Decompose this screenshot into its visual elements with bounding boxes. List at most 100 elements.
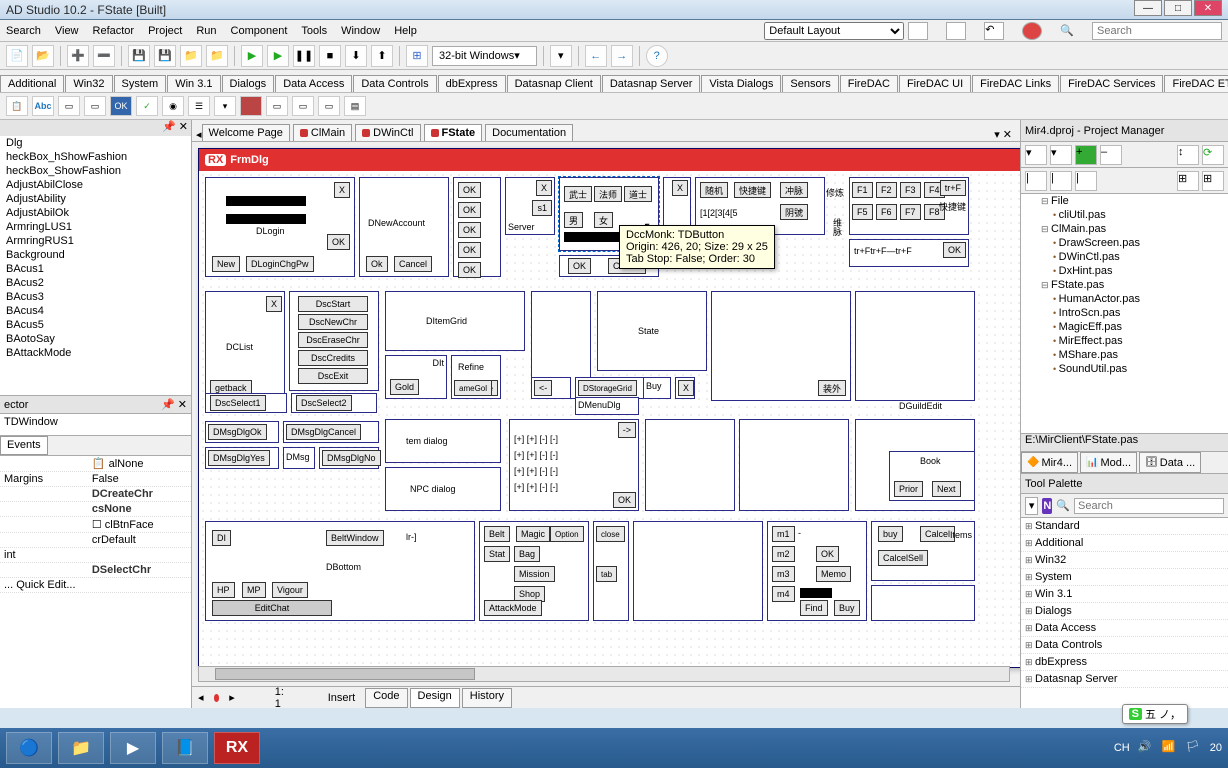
comp-scroll[interactable] bbox=[240, 96, 262, 116]
cat-firedac[interactable]: FireDAC bbox=[840, 75, 898, 92]
pause-button[interactable]: ❚❚ bbox=[293, 45, 315, 67]
step-into-button[interactable]: ⬆ bbox=[371, 45, 393, 67]
close-button[interactable]: ✕ bbox=[1194, 0, 1222, 16]
comp-btn1[interactable]: 📋 bbox=[6, 96, 28, 116]
cat-system[interactable]: System bbox=[114, 75, 167, 92]
panel-misc1[interactable] bbox=[645, 419, 735, 511]
cat-dataaccess[interactable]: Data Access bbox=[275, 75, 352, 92]
pm-tb1[interactable]: ▾ bbox=[1025, 145, 1047, 165]
panel-trf[interactable]: tr+Ftr+F—tr+F OK bbox=[849, 239, 969, 267]
status-next[interactable]: ▸ bbox=[229, 691, 235, 704]
cat-dsserver[interactable]: Datasnap Server bbox=[602, 75, 701, 92]
panel-dclist[interactable]: X DCList getback bbox=[205, 291, 285, 401]
struct-item[interactable]: ArmringLUS1 bbox=[0, 220, 191, 234]
panel-buy[interactable]: Buy bbox=[643, 377, 671, 399]
tb-add[interactable]: ➕ bbox=[67, 45, 89, 67]
pm-file[interactable]: FState.pas bbox=[1021, 278, 1228, 292]
form-designer[interactable]: RXFrmDlg DLogin X OK New DLoginChgPw DNe… bbox=[192, 142, 1020, 686]
menu-window[interactable]: Window bbox=[341, 25, 380, 37]
pal-cat[interactable]: Datasnap Server bbox=[1021, 671, 1228, 688]
platform-combo[interactable]: 32-bit Windows ▾ bbox=[432, 46, 537, 66]
layout-icon1[interactable] bbox=[908, 22, 928, 40]
panel-m[interactable]: m1- m2 m3 m4 OK Memo Find Buy bbox=[767, 521, 867, 621]
pm-file[interactable]: DWinCtl.pas bbox=[1021, 250, 1228, 264]
cat-dialogs[interactable]: Dialogs bbox=[222, 75, 275, 92]
panel-state2[interactable]: 装外 bbox=[711, 291, 851, 401]
tb-new[interactable]: 📄 bbox=[6, 45, 28, 67]
panel-server[interactable]: X s1 Server bbox=[505, 177, 555, 235]
struct-item[interactable]: ArmringRUS1 bbox=[0, 234, 191, 248]
layout-combo[interactable]: Default Layout bbox=[764, 22, 904, 40]
pm-file[interactable]: DrawScreen.pas bbox=[1021, 236, 1228, 250]
pal-cat[interactable]: Win 3.1 bbox=[1021, 586, 1228, 603]
pal-filter[interactable]: ▾ bbox=[1025, 497, 1038, 515]
run-button[interactable]: ▶ bbox=[241, 45, 263, 67]
pm-tb2-2[interactable]: | bbox=[1050, 171, 1072, 191]
task-explorer[interactable]: 📁 bbox=[58, 732, 104, 764]
palette-search[interactable] bbox=[1074, 498, 1224, 514]
task-media[interactable]: ▶ bbox=[110, 732, 156, 764]
config-btn[interactable]: ▾ bbox=[550, 45, 572, 67]
pal-cat[interactable]: System bbox=[1021, 569, 1228, 586]
struct-item[interactable]: BAcus1 bbox=[0, 262, 191, 276]
tab-welcome[interactable]: Welcome Page bbox=[202, 124, 290, 141]
ime-indicator[interactable]: S五ノ， bbox=[1122, 704, 1188, 724]
panel-buycalcel[interactable]: buy Calcel Items CalcelSell bbox=[871, 521, 975, 581]
panel-dscsel2[interactable]: DscSelect2 bbox=[291, 393, 377, 413]
pm-tb2-4[interactable]: ⊞ bbox=[1177, 171, 1199, 191]
struct-item[interactable]: heckBox_ShowFashion bbox=[0, 164, 191, 178]
pal-cat[interactable]: Additional bbox=[1021, 535, 1228, 552]
struct-item[interactable]: Dlg bbox=[0, 136, 191, 150]
menu-tools[interactable]: Tools bbox=[301, 25, 327, 37]
panel-npcdialog[interactable]: NPC dialog bbox=[385, 467, 501, 511]
tab-clmain[interactable]: ClMain bbox=[293, 124, 352, 141]
comp-ok[interactable]: OK bbox=[110, 96, 132, 116]
tab-dwinctl[interactable]: DWinCtl bbox=[355, 124, 420, 141]
panel-state[interactable]: State bbox=[597, 291, 707, 371]
struct-item[interactable]: AdjustAbilOk bbox=[0, 206, 191, 220]
tray-net-icon[interactable]: 📶 bbox=[1162, 740, 1178, 756]
pal-cat[interactable]: Dialogs bbox=[1021, 603, 1228, 620]
pal-cat[interactable]: Win32 bbox=[1021, 552, 1228, 569]
panel-dnewaccount[interactable]: DNewAccount Ok Cancel bbox=[359, 177, 449, 277]
undo-icon[interactable]: ↶ bbox=[984, 22, 1004, 40]
panel-ok-stack[interactable]: OK OK OK OK OK bbox=[453, 177, 501, 277]
tb-open[interactable]: 📂 bbox=[32, 45, 54, 67]
bottom-tab-code[interactable]: Code bbox=[365, 688, 407, 708]
inspector-type[interactable]: TDWindow bbox=[0, 414, 191, 436]
cat-datacontrols[interactable]: Data Controls bbox=[353, 75, 436, 92]
pal-cat[interactable]: Standard bbox=[1021, 518, 1228, 535]
pm-tb2-5[interactable]: ⊞ bbox=[1202, 171, 1224, 191]
stop-icon[interactable] bbox=[1022, 22, 1042, 40]
panel-left-arrow[interactable]: <- bbox=[531, 377, 571, 399]
panel-fkeys[interactable]: F1 F2 F3 F4 F5 F6 F7 F8 tr+F 快捷键 bbox=[849, 177, 969, 235]
cat-firedacui[interactable]: FireDAC UI bbox=[899, 75, 971, 92]
pm-file[interactable]: IntroScn.pas bbox=[1021, 306, 1228, 320]
comp-combo[interactable]: ▾ bbox=[214, 96, 236, 116]
pm-root[interactable]: File bbox=[1021, 194, 1228, 208]
panel-dbottom[interactable]: DI BeltWindow lr-] DBottom HP MP Vigour … bbox=[205, 521, 475, 621]
task-radstudio[interactable]: RX bbox=[214, 732, 260, 764]
pm-file[interactable]: MirEffect.pas bbox=[1021, 334, 1228, 348]
pm-file[interactable]: ClMain.pas bbox=[1021, 222, 1228, 236]
cat-firedaclinks[interactable]: FireDAC Links bbox=[972, 75, 1059, 92]
inspector-events-tab[interactable]: Events bbox=[0, 436, 48, 455]
task-notepad[interactable]: 📘 bbox=[162, 732, 208, 764]
cat-firedacetl[interactable]: FireDAC ETL bbox=[1164, 75, 1228, 92]
struct-item[interactable]: BAcus5 bbox=[0, 318, 191, 332]
comp-group[interactable]: ▭ bbox=[266, 96, 288, 116]
pm-file[interactable]: MShare.pas bbox=[1021, 348, 1228, 362]
menu-project[interactable]: Project bbox=[148, 25, 182, 37]
minimize-button[interactable]: — bbox=[1134, 0, 1162, 16]
pin-icon[interactable]: 📌 ✕ bbox=[162, 120, 188, 136]
menu-help[interactable]: Help bbox=[394, 25, 417, 37]
panel-closetab[interactable]: close tab bbox=[593, 521, 629, 621]
struct-item[interactable]: AdjustAbility bbox=[0, 192, 191, 206]
comp-memo[interactable]: ▭ bbox=[84, 96, 106, 116]
comp-radiogrp[interactable]: ▭ bbox=[292, 96, 314, 116]
comp-edit[interactable]: ▭ bbox=[58, 96, 80, 116]
tab-fstate[interactable]: FState bbox=[424, 124, 483, 141]
start-button[interactable]: 🔵 bbox=[6, 732, 52, 764]
panel-itemdialog[interactable]: tem dialog bbox=[385, 419, 501, 463]
btn-x[interactable]: X bbox=[334, 182, 350, 198]
